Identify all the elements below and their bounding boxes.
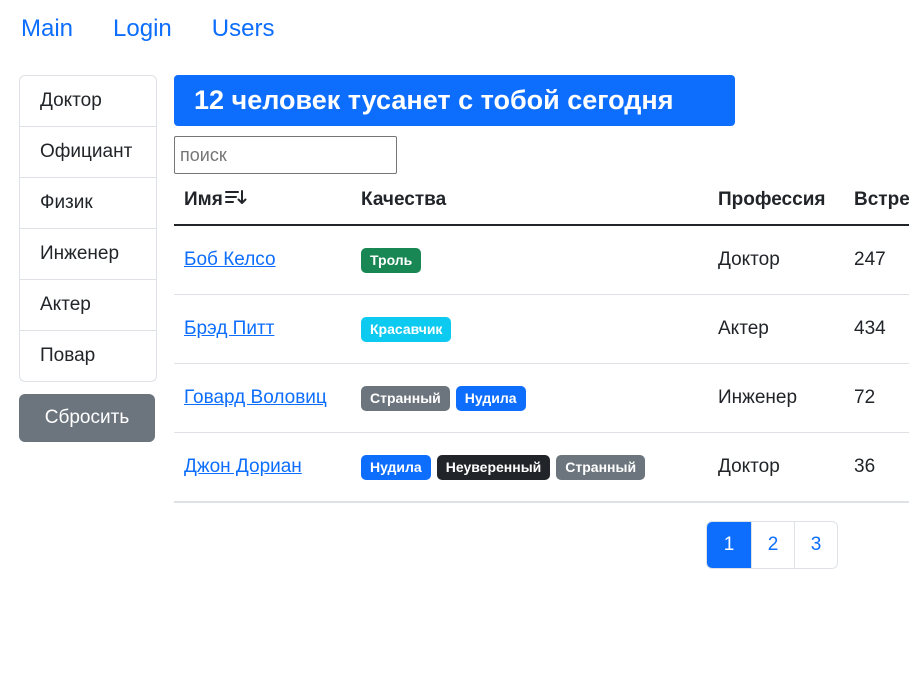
table-row: Брэд Питт Красавчик Актер 434 [174, 294, 909, 364]
filter-item-cook[interactable]: Повар [20, 331, 156, 381]
pagination: 1 2 3 [706, 521, 838, 569]
filter-item-doctor[interactable]: Доктор [20, 76, 156, 127]
users-table-container: Имя Качества Профессия Встре Боб Келсо Т… [174, 176, 909, 503]
nav-link-login[interactable]: Login [113, 15, 172, 43]
meetings-cell: 247 [844, 225, 909, 295]
qualities-cell: Странный Нудила [351, 363, 708, 433]
nav-link-users[interactable]: Users [212, 15, 275, 43]
users-table: Имя Качества Профессия Встре Боб Келсо Т… [174, 176, 909, 503]
quality-badge: Нудила [361, 454, 431, 480]
column-header-name-label: Имя [184, 189, 223, 211]
table-row: Джон Дориан Нудила Неуверенный Странный До… [174, 432, 909, 503]
user-name-link[interactable]: Брэд Питт [184, 318, 274, 339]
table-row: Боб Келсо Троль Доктор 247 [174, 225, 909, 295]
profession-cell: Актер [708, 294, 844, 364]
qualities-cell: Троль [351, 225, 708, 295]
qualities-cell: Нудила Неуверенный Странный [351, 432, 708, 503]
top-nav: Main Login Users [21, 15, 274, 43]
meetings-cell: 36 [844, 432, 909, 503]
quality-badge: Нудила [455, 385, 526, 411]
quality-badge: Красавчик [361, 316, 452, 342]
filter-item-engineer[interactable]: Инженер [20, 229, 156, 280]
quality-badge: Странный [361, 385, 450, 411]
column-header-meetings[interactable]: Встре [844, 176, 909, 226]
column-header-qualities[interactable]: Качества [351, 176, 708, 226]
column-header-name[interactable]: Имя [174, 176, 351, 226]
filter-item-waiter[interactable]: Официант [20, 127, 156, 178]
table-header-row: Имя Качества Профессия Встре [174, 176, 909, 226]
filter-item-actor[interactable]: Актер [20, 280, 156, 331]
filter-item-physicist[interactable]: Физик [20, 178, 156, 229]
profession-cell: Доктор [708, 432, 844, 503]
user-name-link[interactable]: Боб Келсо [184, 249, 276, 270]
page-button-2[interactable]: 2 [751, 522, 794, 568]
profession-filter-list: Доктор Официант Физик Инженер Актер Пова… [19, 75, 157, 382]
quality-badge: Троль [361, 247, 422, 273]
meetings-cell: 72 [844, 363, 909, 433]
search-input[interactable] [174, 136, 397, 174]
page-button-3[interactable]: 3 [794, 522, 837, 568]
user-name-link[interactable]: Джон Дориан [184, 456, 302, 477]
user-name-link[interactable]: Говард Воловиц [184, 387, 327, 408]
profession-cell: Инженер [708, 363, 844, 433]
nav-link-main[interactable]: Main [21, 15, 73, 43]
reset-button[interactable]: Сбросить [19, 394, 155, 442]
qualities-cell: Красавчик [351, 294, 708, 364]
profession-cell: Доктор [708, 225, 844, 295]
sort-desc-icon[interactable] [224, 188, 247, 212]
table-row: Говард Воловиц Странный Нудила Инженер 72 [174, 363, 909, 433]
meetings-cell: 434 [844, 294, 909, 364]
column-header-profession[interactable]: Профессия [708, 176, 844, 226]
quality-badge: Странный [556, 454, 646, 480]
people-count-heading: 12 человек тусанет с тобой сегодня [174, 75, 735, 126]
page-button-1[interactable]: 1 [707, 522, 751, 568]
quality-badge: Неуверенный [436, 454, 551, 480]
